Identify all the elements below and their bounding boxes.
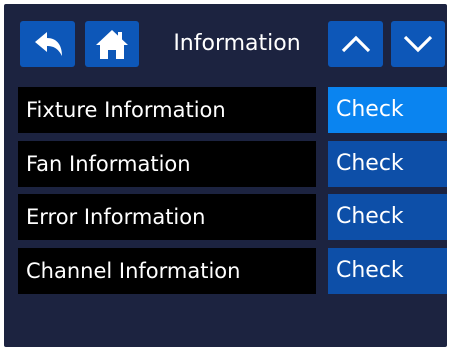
check-button-fixture-information[interactable]: Check xyxy=(328,87,447,133)
header-bar: Information xyxy=(4,4,447,84)
row-label: Error Information xyxy=(18,194,316,240)
list-item-fan-information: Fan Information Check xyxy=(18,141,447,187)
scroll-up-button[interactable] xyxy=(328,21,383,67)
list-item-channel-information: Channel Information Check xyxy=(18,248,447,294)
back-arrow-icon xyxy=(32,30,64,58)
row-label: Fan Information xyxy=(18,141,316,187)
scroll-down-button[interactable] xyxy=(391,21,445,67)
check-button-error-information[interactable]: Check xyxy=(328,194,447,240)
back-button[interactable] xyxy=(20,21,75,67)
list-item-error-information: Error Information Check xyxy=(18,194,447,240)
chevron-down-icon xyxy=(402,34,434,54)
row-label: Fixture Information xyxy=(18,87,316,133)
row-label: Channel Information xyxy=(18,248,316,294)
home-icon xyxy=(95,28,129,60)
list-item-fixture-information: Fixture Information Check xyxy=(18,87,447,133)
page-title: Information xyxy=(173,31,301,56)
check-button-fan-information[interactable]: Check xyxy=(328,141,447,187)
chevron-up-icon xyxy=(340,34,372,54)
check-button-channel-information[interactable]: Check xyxy=(328,248,447,294)
information-screen: Information Fixture Information Check Fa… xyxy=(4,4,447,347)
home-button[interactable] xyxy=(85,21,139,67)
